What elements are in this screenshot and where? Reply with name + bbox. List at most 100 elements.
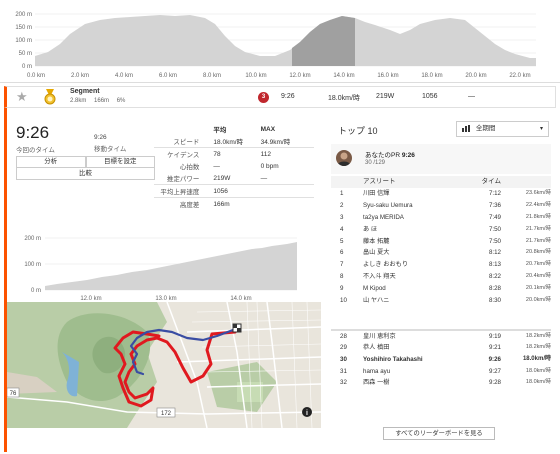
leaderboard-speed: 22.4km/時 [525, 201, 551, 208]
leaderboard-time: 9:27 [488, 367, 501, 375]
leaderboard-athlete[interactable]: Yoshihiro Takahashi [357, 354, 464, 366]
leaderboard-athlete[interactable]: 畠山 夏大 [357, 247, 464, 259]
leaderboard-athlete[interactable]: 川田 信輝 [357, 188, 464, 200]
leaderboard-athlete[interactable]: 西森 一樹 [357, 377, 464, 389]
leaderboard-athlete[interactable]: 不入斗 翔天 [357, 271, 464, 283]
leaderboard-athlete[interactable]: よしき おおもり [357, 259, 464, 271]
leaderboard-athlete[interactable]: 山 ヤハニ [357, 295, 464, 307]
compare-button[interactable]: 比較 [16, 168, 155, 180]
segment-elevation: 166m [94, 98, 110, 104]
x-tick-label: 22.0 km [509, 73, 530, 79]
leaderboard-rank: 28 [340, 332, 347, 340]
x-tick-label: 2.0 km [71, 73, 89, 79]
leaderboard-row[interactable]: 2 Syu-saku Uemura 7:36 22.4km/時 [331, 200, 551, 212]
period-value: 全期間 [475, 125, 496, 132]
leaderboard-row[interactable]: 9 M Kipod 8:28 20.1km/時 [331, 283, 551, 295]
segment-map[interactable]: 172 76 i [7, 302, 321, 428]
leaderboard-row[interactable]: 31 hama ayu 9:27 18.0km/時 [331, 366, 551, 378]
segment-dash: — [468, 93, 475, 100]
leaderboard-row[interactable]: 1 川田 信輝 7:12 23.6km/時 [331, 188, 551, 200]
all-leaderboards-button[interactable]: すべてのリーダーボードを見る [383, 427, 495, 440]
leaderboard-rank: 8 [340, 273, 344, 281]
elapsed-time-label: 今回のタイム [16, 147, 55, 154]
personal-record[interactable]: あなたのPR 9:26 30 /129 [331, 144, 551, 174]
segment-grade: 6% [116, 98, 126, 104]
analysis-button[interactable]: 分析 [16, 156, 86, 168]
leaderboard-speed: 20.4km/時 [525, 273, 551, 280]
leaderboard-speed: 23.6km/時 [525, 190, 551, 196]
elapsed-time: 9:26 [16, 123, 50, 142]
leaderboard-rank: 29 [340, 343, 347, 351]
col-time: タイム [481, 178, 501, 185]
x-tick-label: 10.0 km [245, 73, 266, 79]
leaderboard-row[interactable]: 10 山 ヤハニ 8:30 20.0km/時 [331, 295, 551, 307]
segment-speed: 18.0km/時 [328, 95, 360, 102]
pr-time: 9:26 [401, 152, 415, 159]
leaderboard-row[interactable]: 4 あ ほ 7:50 21.7km/時 [331, 224, 551, 236]
leaderboard-athlete[interactable]: ta2ya MERIDA [357, 212, 464, 224]
leaderboard-speed: 18.2km/時 [525, 343, 551, 350]
vam-label: 平均上昇速度 [154, 184, 212, 198]
leaderboard-row[interactable]: 5 藤本 拓麓 7:50 21.7km/時 [331, 236, 551, 248]
leaderboard-rank: 32 [340, 379, 347, 387]
leaderboard-row[interactable]: 8 不入斗 翔天 8:22 20.4km/時 [331, 271, 551, 283]
leaderboard-time: 8:13 [488, 261, 501, 269]
segment-name[interactable]: Segment [70, 88, 100, 95]
leaderboard-header: アスリート タイム [331, 176, 551, 188]
leaderboard-athlete[interactable]: 皇川 恵利京 [357, 331, 464, 342]
leaderboard-rank: 30 [340, 355, 347, 363]
leaderboard-athlete[interactable]: hama ayu [357, 366, 464, 378]
moving-time-label: 移動タイム [94, 146, 127, 153]
leaderboard-time: 7:12 [488, 190, 501, 197]
leaderboard-time: 8:12 [488, 249, 501, 257]
segment-distance: 2.8km [70, 98, 87, 104]
leaderboard-athlete[interactable]: 藤本 拓麓 [357, 236, 464, 248]
star-icon[interactable]: ★ [16, 89, 28, 105]
segment-extra: 1056 [422, 93, 438, 100]
leaderboard-rank: 6 [340, 249, 344, 257]
leaderboard-rank: 2 [340, 201, 344, 209]
leaderboard-athlete[interactable]: あ ほ [357, 224, 464, 236]
effort-buttons: 分析 目標を設定 比較 [16, 156, 155, 180]
segment-elevation-chart[interactable]: 200 m 100 m0 m 12.0 km 13.0 km 14.0 km [7, 230, 307, 302]
leaderboard-time: 8:22 [488, 273, 501, 281]
period-dropdown[interactable]: 全期間 ▾ [456, 121, 549, 137]
overview-elevation-chart[interactable]: 200 m 150 m 100 m 50 m 0 m 0.0 km 2.0 km 4.0 k… [0, 0, 560, 84]
stat-label: ケイデンス [154, 147, 212, 160]
warning-badge[interactable]: 3 [258, 92, 269, 103]
set-goal-button[interactable]: 目標を設定 [85, 156, 155, 168]
chart-divider [0, 82, 560, 83]
segment-power: 219W [376, 93, 395, 100]
segment-row[interactable]: ★ Segment 2.8km 166m 6% 3 9:26 18.0km/時 … [4, 86, 556, 108]
y-tick-label: 0 m [31, 288, 41, 294]
leaderboard-row[interactable]: 6 畠山 夏大 8:12 20.8km/時 [331, 247, 551, 259]
leaderboard-athlete[interactable]: M Kipod [357, 283, 464, 295]
leaderboard-row[interactable]: 7 よしき おおもり 8:13 20.7km/時 [331, 259, 551, 271]
leaderboard-row[interactable]: 32 西森 一樹 9:28 18.0km/時 [331, 377, 551, 389]
leaderboard-athlete[interactable]: Syu-saku Uemura [357, 200, 464, 212]
pr-rank: 30 /129 [365, 160, 386, 166]
map-info-icon: i [306, 410, 308, 417]
avg-header: 平均 [213, 127, 227, 134]
stat-avg: 78 [211, 147, 259, 160]
stat-avg: 219W [213, 174, 231, 182]
bar-chart-icon [462, 124, 470, 132]
stat-label: スピード [173, 139, 200, 146]
leaderboard-time: 7:50 [488, 225, 501, 233]
map-road-label: 76 [10, 391, 17, 397]
leaderboard-speed: 18.0km/時 [525, 367, 551, 374]
leaderboard-row[interactable]: 28 皇川 恵利京 9:19 18.2km/時 [331, 329, 551, 342]
leaderboard-row[interactable]: 3 ta2ya MERIDA 7:49 21.8km/時 [331, 212, 551, 224]
col-athlete: アスリート [363, 178, 396, 185]
leaderboard-row[interactable]: 30 Yoshihiro Takahashi 9:26 18.0km/時 [331, 354, 551, 366]
y-tick-label: 100 m [24, 262, 41, 268]
leaderboard-rank: 7 [340, 261, 344, 269]
leaderboard-speed: 18.2km/時 [525, 332, 551, 339]
leaderboard-rank: 10 [340, 297, 347, 305]
stat-label: 推定パワー [166, 176, 200, 183]
leaderboard-row[interactable]: 29 恭人 槙田 9:21 18.2km/時 [331, 342, 551, 354]
leaderboard-athlete[interactable]: 恭人 槙田 [357, 342, 464, 354]
stat-avg: — [213, 162, 220, 170]
leaderboard-speed: 20.8km/時 [525, 249, 551, 256]
x-tick-label: 6.0 km [159, 73, 177, 79]
